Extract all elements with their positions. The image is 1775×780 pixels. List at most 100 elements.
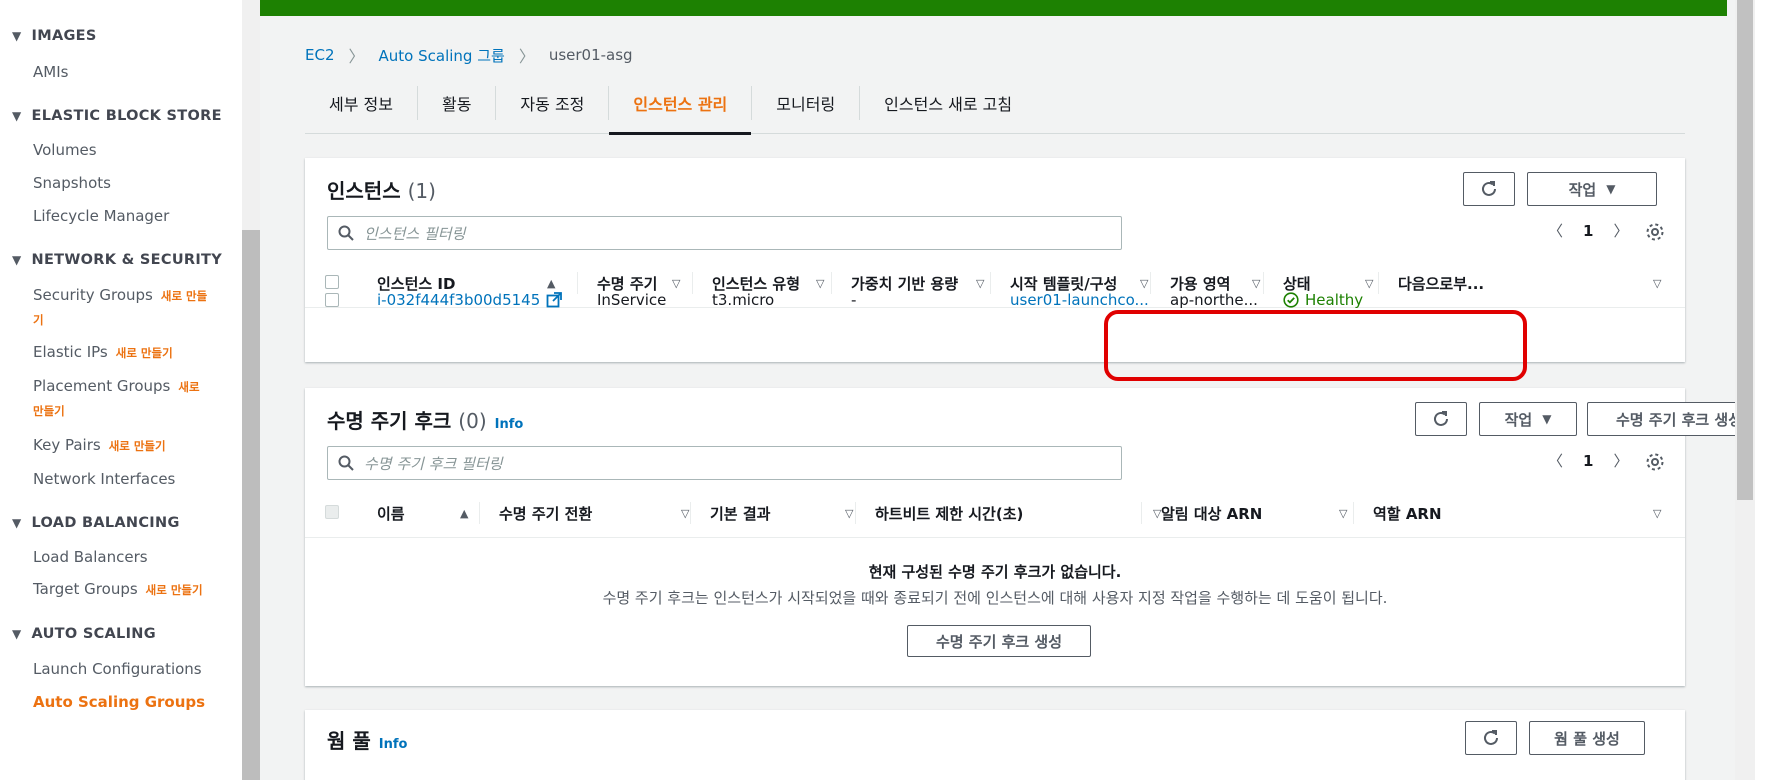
caret-down-icon: ▼: [12, 253, 22, 267]
sidebar-item-network-interfaces[interactable]: Network Interfaces: [33, 470, 175, 488]
chevron-left-icon[interactable]: 〈: [1548, 220, 1563, 241]
create-warm-pool-button[interactable]: 웜 풀 생성: [1529, 721, 1645, 755]
tab-automatic-scaling[interactable]: 자동 조정: [496, 86, 610, 120]
refresh-button[interactable]: [1465, 721, 1517, 755]
external-link-icon: [546, 292, 563, 308]
select-all-checkbox[interactable]: [325, 275, 339, 289]
tab-bar: 세부 정보 활동 자동 조정 인스턴스 관리 모니터링 인스턴스 새로 고침: [305, 86, 1685, 135]
chevron-right-icon[interactable]: 〉: [1613, 220, 1628, 241]
settings-gear-icon[interactable]: [1645, 222, 1665, 242]
sidebar-item-volumes[interactable]: Volumes: [33, 141, 97, 159]
refresh-icon: [1484, 730, 1498, 745]
sort-icon: ▽: [672, 276, 681, 290]
cell-lifecycle: InService: [597, 291, 667, 309]
tab-monitoring[interactable]: 모니터링: [752, 86, 861, 120]
sidebar: ▼ IMAGES AMIs ▼ ELASTIC BLOCK STORE Volume…: [0, 0, 240, 780]
sort-icon: ▽: [1140, 276, 1149, 290]
sort-asc-icon: ▲: [547, 276, 556, 290]
empty-state-title: 현재 구성된 수명 주기 후크가 없습니다.: [868, 563, 1122, 581]
section-ebs[interactable]: ▼ ELASTIC BLOCK STORE: [12, 108, 222, 124]
hooks-info-link[interactable]: Info: [495, 417, 524, 432]
sidebar-item-elastic-ips[interactable]: Elastic IPs 새로 만들기: [33, 343, 173, 361]
warm-pool-panel: 웜 풀 Info 웜 풀 생성: [305, 710, 1685, 780]
caret-down-icon: ▼: [12, 516, 22, 530]
page-scrollbar[interactable]: [1735, 0, 1755, 780]
caret-down-icon: ▼: [1606, 182, 1616, 196]
page-scrollbar-thumb[interactable]: [1737, 0, 1753, 500]
sidebar-item-amis[interactable]: AMIs: [33, 63, 68, 81]
select-all-checkbox: [325, 505, 339, 519]
main-content: EC2 〉 Auto Scaling 그룹 〉 user01-asg 세부 정보…: [260, 0, 1771, 780]
col-heartbeat-timeout[interactable]: 하트비트 제한 시간(초) ▽: [875, 488, 1161, 538]
window-edge: [1755, 0, 1775, 780]
refresh-button[interactable]: [1463, 172, 1515, 206]
hooks-title: 수명 주기 후크 (0) Info: [327, 409, 524, 433]
empty-state-description: 수명 주기 후크는 인스턴스가 시작되었을 때와 종료되기 전에 인스턴스에 대…: [602, 589, 1388, 607]
sort-icon: ▽: [681, 506, 690, 520]
sort-icon: ▽: [1252, 276, 1261, 290]
cell-availability-zone: ap-northe...: [1170, 291, 1258, 309]
sidebar-item-snapshots[interactable]: Snapshots: [33, 174, 111, 192]
col-role-arn[interactable]: 역할 ARN ▽: [1373, 488, 1661, 538]
sort-asc-icon: ▲: [460, 506, 469, 520]
sidebar-item-security-groups[interactable]: Security Groups 새로 만들기: [33, 284, 213, 332]
col-lifecycle-transition[interactable]: 수명 주기 전환 ▽: [499, 488, 689, 538]
instances-title: 인스턴스 (1): [327, 179, 436, 203]
create-hook-empty-button[interactable]: 수명 주기 후크 생성: [907, 625, 1091, 657]
sidebar-item-auto-scaling-groups[interactable]: Auto Scaling Groups: [33, 693, 205, 711]
warm-pool-info-link[interactable]: Info: [379, 737, 408, 752]
search-icon: [338, 455, 354, 471]
cell-launch-template-link[interactable]: user01-launchco...: [1010, 291, 1149, 309]
sidebar-item-lifecycle-manager[interactable]: Lifecycle Manager: [33, 207, 169, 225]
sidebar-scrollbar-thumb[interactable]: [242, 230, 260, 780]
refresh-button[interactable]: [1415, 402, 1467, 436]
new-badge: 새로 만들기: [115, 346, 173, 360]
page-number[interactable]: 1: [1583, 452, 1593, 470]
caret-down-icon: ▼: [12, 627, 22, 641]
col-default-result[interactable]: 기본 결과 ▽: [710, 488, 853, 538]
tab-details[interactable]: 세부 정보: [305, 86, 418, 120]
status-badge: Healthy: [1283, 291, 1363, 309]
refresh-icon: [1434, 411, 1448, 426]
settings-gear-icon[interactable]: [1645, 452, 1665, 472]
row-checkbox[interactable]: [325, 293, 339, 307]
hooks-actions-dropdown[interactable]: 작업 ▼: [1479, 402, 1577, 436]
breadcrumb-ec2[interactable]: EC2: [305, 46, 335, 64]
col-name[interactable]: 이름 ▲: [377, 488, 468, 538]
sidebar-item-target-groups[interactable]: Target Groups 새로 만들기: [33, 580, 203, 598]
hooks-table-header: 이름 ▲ 수명 주기 전환 ▽ 기본 결과 ▽ 하트비트 제한 시간(초) ▽ 알림 대…: [305, 488, 1685, 538]
sidebar-item-placement-groups[interactable]: Placement Groups 새로 만들기: [33, 375, 213, 423]
section-auto-scaling[interactable]: ▼ AUTO SCALING: [12, 626, 156, 642]
check-circle-icon: [1283, 292, 1299, 308]
instances-pagination: 〈 1 〉: [1548, 220, 1628, 241]
actions-dropdown[interactable]: 작업 ▼: [1527, 172, 1657, 206]
section-load-balancing[interactable]: ▼ LOAD BALANCING: [12, 515, 180, 531]
new-badge: 새로 만들기: [108, 439, 166, 453]
tab-activity[interactable]: 활동: [418, 86, 497, 120]
instances-filter-input[interactable]: 인스턴스 필터링: [327, 216, 1122, 250]
sidebar-item-launch-configurations[interactable]: Launch Configurations: [33, 660, 202, 678]
breadcrumb-asg[interactable]: Auto Scaling 그룹: [379, 45, 505, 66]
instances-panel: 인스턴스 (1) 작업 ▼ 인스턴스 필터링 〈 1 〉 인스턴스 ID ▲ 수명 …: [305, 158, 1685, 362]
page-number[interactable]: 1: [1583, 222, 1593, 240]
section-images[interactable]: ▼ IMAGES: [12, 28, 97, 44]
sidebar-item-load-balancers[interactable]: Load Balancers: [33, 548, 148, 566]
col-notification-arn[interactable]: 알림 대상 ARN ▽: [1161, 488, 1347, 538]
sidebar-item-key-pairs[interactable]: Key Pairs 새로 만들기: [33, 436, 166, 454]
instance-id-link[interactable]: i-032f444f3b00d5145: [377, 291, 563, 309]
sidebar-scrollbar[interactable]: [242, 0, 260, 780]
cell-weighted-capacity: -: [851, 291, 857, 309]
hooks-filter-input[interactable]: 수명 주기 후크 필터링: [327, 446, 1122, 480]
chevron-right-icon[interactable]: 〉: [1613, 450, 1628, 471]
section-network-security[interactable]: ▼ NETWORK & SECURITY: [12, 252, 222, 268]
tab-instance-refresh[interactable]: 인스턴스 새로 고침: [860, 86, 1036, 120]
new-badge: 새로 만들기: [145, 583, 203, 597]
breadcrumb: EC2 〉 Auto Scaling 그룹 〉 user01-asg: [305, 43, 633, 67]
sort-icon: ▽: [1653, 276, 1662, 290]
chevron-right-icon: 〉: [348, 47, 365, 66]
sort-icon: ▽: [845, 506, 854, 520]
col-weighted-capacity[interactable]: 가중치 기반 용량 ▽: [851, 258, 984, 308]
col-next[interactable]: 다음으로부... ▽: [1398, 258, 1661, 308]
tab-instance-management[interactable]: 인스턴스 관리: [609, 86, 753, 135]
chevron-left-icon[interactable]: 〈: [1548, 450, 1563, 471]
